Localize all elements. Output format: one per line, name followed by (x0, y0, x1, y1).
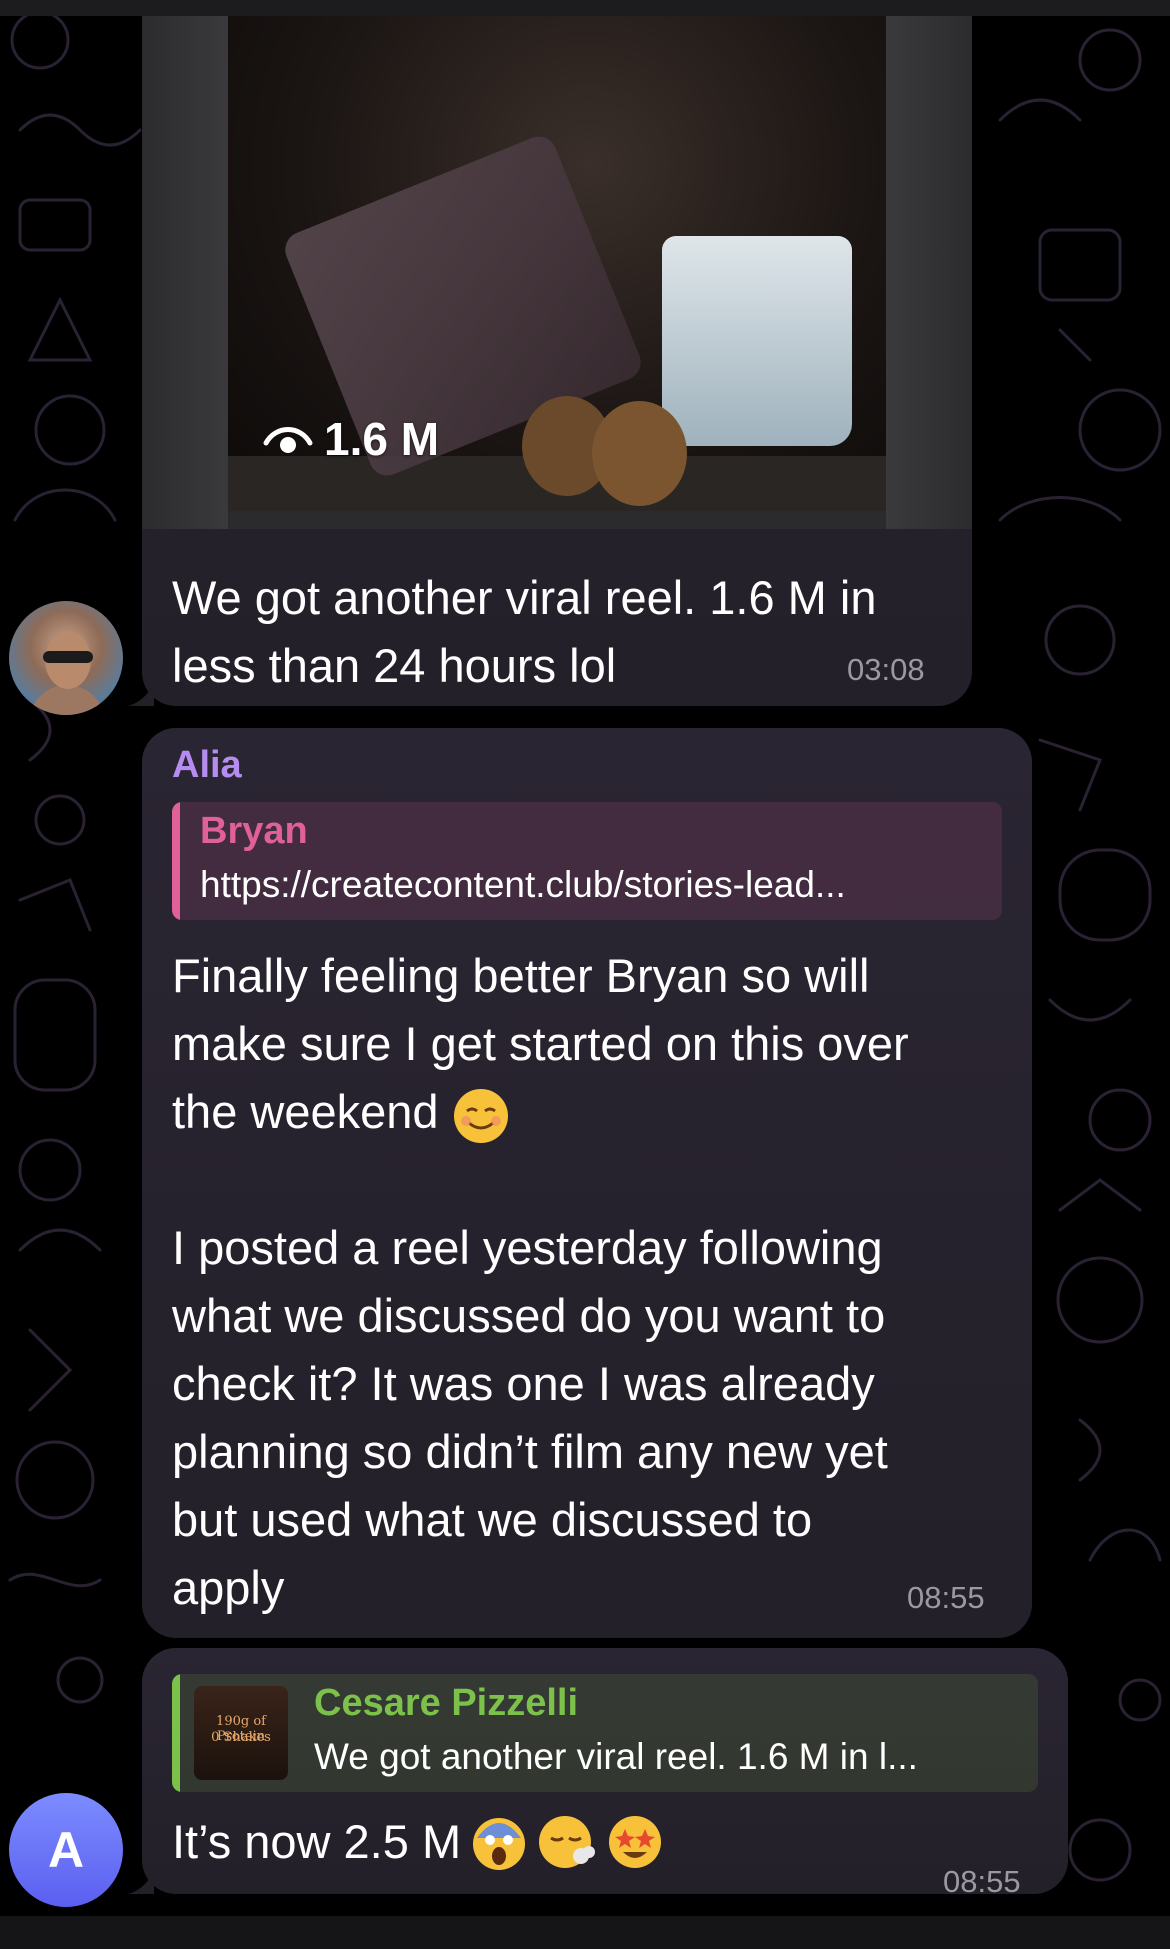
eye-icon (263, 427, 313, 453)
reply-sender-name: Bryan (200, 810, 308, 852)
view-count: 1.6 M (262, 409, 439, 469)
avatar-sunglasses (43, 651, 93, 663)
message-line: what we discussed do you want to (172, 1289, 886, 1342)
message-text-row: It’s now 2.5 M (172, 1808, 665, 1876)
message-line: the weekend (172, 1085, 439, 1138)
message-paragraph-2: I posted a reel yesterday following what… (172, 1214, 888, 1622)
reply-accent-bar (172, 802, 180, 920)
sender-name[interactable]: Alia (172, 744, 242, 787)
bottom-edge (0, 1916, 1170, 1949)
scream-face-icon (473, 1818, 526, 1870)
reply-sender-name: Cesare Pizzelli (314, 1682, 579, 1724)
video-blur-left (142, 16, 228, 529)
reply-quote[interactable]: 190g of Protein 0 Shakes Cesare Pizzelli… (172, 1674, 1038, 1792)
reply-thumbnail: 190g of Protein 0 Shakes (194, 1686, 288, 1780)
avatar-body (29, 685, 105, 715)
message-line: but used what we discussed to (172, 1493, 813, 1546)
reply-snippet: https://createcontent.club/stories-lead.… (200, 864, 846, 905)
reply-quote[interactable]: Bryan https://createcontent.club/stories… (172, 802, 1002, 920)
smiling-face-icon (453, 1088, 508, 1143)
message-time: 03:08 (847, 652, 925, 687)
avatar-initial: A (47, 1822, 85, 1878)
message-bubble[interactable]: 1.6 M We got another viral reel. 1.6 M i… (142, 16, 972, 706)
bubble-tail (128, 1868, 154, 1894)
message-time: 08:55 (943, 1864, 1021, 1899)
message-line: I posted a reel yesterday following (172, 1221, 883, 1274)
message-bubble[interactable]: 190g of Protein 0 Shakes Cesare Pizzelli… (142, 1648, 1068, 1899)
message-text: We got another viral reel. 1.6 M in less… (172, 571, 877, 692)
view-count-label: 1.6 M (324, 413, 440, 465)
top-edge (0, 0, 1170, 16)
reply-accent-bar (172, 1674, 180, 1792)
message-line: apply (172, 1561, 285, 1614)
message-bubble[interactable]: Alia Bryan https://createcontent.club/st… (142, 728, 1032, 1638)
message-line: planning so didn’t film any new yet (172, 1425, 888, 1478)
message-line: check it? It was one I was already (172, 1357, 875, 1410)
avatar[interactable]: A (9, 1793, 123, 1907)
video-preview[interactable]: 1.6 M (142, 16, 972, 529)
video-egg (592, 401, 687, 506)
message-line: make sure I get started on this over (172, 1017, 909, 1070)
avatar[interactable] (9, 601, 123, 715)
thumbnail-caption: 0 Shakes (211, 1730, 271, 1745)
message-line: Finally feeling better Bryan so will (172, 949, 870, 1002)
star-struck-face-icon (609, 1816, 662, 1868)
exhaling-face-icon (539, 1816, 596, 1868)
video-yogurt-tub (662, 236, 852, 446)
message-text: It’s now 2.5 M (172, 1815, 462, 1868)
reply-snippet: We got another viral reel. 1.6 M in l... (314, 1736, 918, 1777)
bubble-tail (128, 680, 154, 706)
message-paragraph-1: Finally feeling better Bryan so will mak… (172, 942, 909, 1146)
message-time: 08:55 (907, 1580, 985, 1615)
video-blur-right (886, 16, 972, 529)
